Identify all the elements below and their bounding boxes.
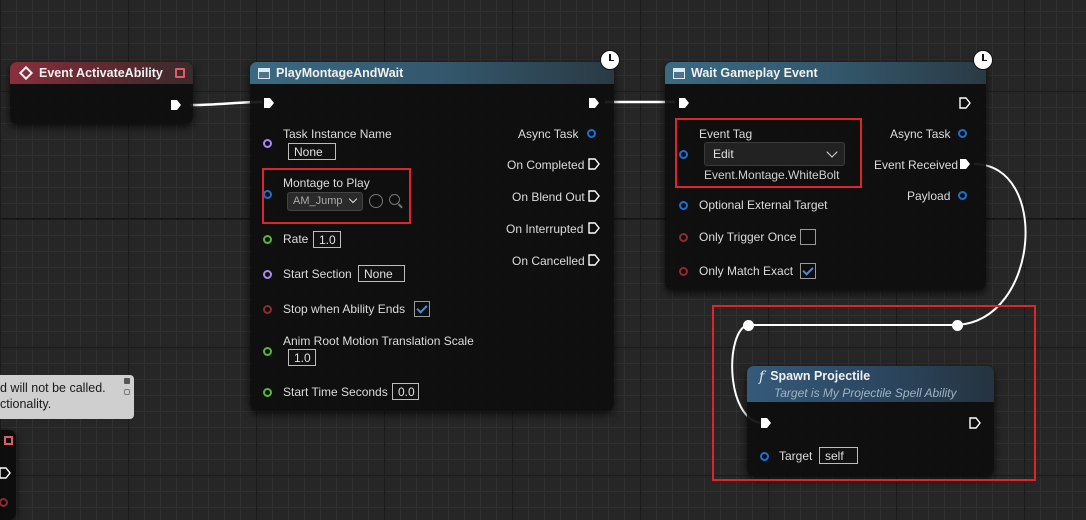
wait-exec-in-pin[interactable] <box>678 97 690 109</box>
wait-gameplay-event-header[interactable]: Wait Gameplay Event <box>665 62 986 84</box>
only-trigger-once-label: Only Trigger Once <box>699 230 797 244</box>
wait-exec-out-pin[interactable] <box>959 97 971 109</box>
delegate-pin-icon[interactable] <box>4 436 13 445</box>
anim-root-motion-pin[interactable] <box>263 347 272 356</box>
partial-exec-pin[interactable] <box>0 467 11 479</box>
async-task-icon <box>258 67 270 79</box>
payload-pin[interactable] <box>958 191 967 200</box>
event-received-label: Event Received <box>874 158 959 172</box>
stop-when-ability-ends-label: Stop when Ability Ends <box>283 302 406 316</box>
montage-exec-in-pin[interactable] <box>263 97 275 109</box>
on-cancelled-label: On Cancelled <box>512 254 585 268</box>
highlight-event-tag <box>675 118 862 188</box>
on-completed-label: On Completed <box>507 158 585 172</box>
stop-when-ability-ends-checkbox[interactable] <box>414 301 430 317</box>
wait-async-task-pin[interactable] <box>958 129 967 138</box>
anim-root-motion-label: Anim Root Motion Translation Scale <box>283 334 474 348</box>
start-section-label: Start Section <box>283 267 352 281</box>
latent-clock-icon <box>600 50 620 70</box>
montage-async-task-label: Async Task <box>518 127 579 141</box>
rate-pin[interactable] <box>263 235 272 244</box>
rate-field[interactable]: 1.0 <box>313 231 341 248</box>
on-cancelled-pin[interactable] <box>588 254 600 266</box>
comment-bubble[interactable]: d will not be called. ctionality. <box>0 375 134 419</box>
on-interrupted-pin[interactable] <box>588 222 600 234</box>
partial-bool-pin[interactable] <box>0 498 8 507</box>
rate-label: Rate <box>283 232 309 246</box>
optional-external-target-pin[interactable] <box>679 201 688 210</box>
only-trigger-once-pin[interactable] <box>679 233 688 242</box>
on-interrupted-label: On Interrupted <box>506 222 584 236</box>
task-instance-name-field[interactable]: None <box>288 143 336 160</box>
start-time-seconds-label: Start Time Seconds <box>283 385 388 399</box>
play-montage-header[interactable]: PlayMontageAndWait <box>250 62 614 84</box>
montage-async-task-pin[interactable] <box>587 129 596 138</box>
start-section-pin[interactable] <box>263 270 272 279</box>
activate-exec-out-pin[interactable] <box>170 99 182 111</box>
wait-gameplay-event-title: Wait Gameplay Event <box>691 66 818 80</box>
latent-clock-icon <box>973 50 993 70</box>
only-match-exact-checkbox[interactable] <box>800 263 816 279</box>
on-blend-out-label: On Blend Out <box>512 190 585 204</box>
highlight-montage-to-play <box>262 168 411 224</box>
on-completed-pin[interactable] <box>588 158 600 170</box>
comment-toggle-icon[interactable] <box>124 389 130 395</box>
task-instance-name-pin[interactable] <box>263 139 272 148</box>
wait-async-task-label: Async Task <box>890 127 951 141</box>
event-activate-ability-header[interactable]: Event ActivateAbility <box>10 62 193 84</box>
play-montage-title: PlayMontageAndWait <box>276 66 404 80</box>
on-blend-out-pin[interactable] <box>588 190 600 202</box>
event-received-pin[interactable] <box>959 158 971 170</box>
event-diamond-icon <box>18 65 34 81</box>
payload-label: Payload <box>907 189 951 203</box>
task-instance-name-label: Task Instance Name <box>283 127 392 141</box>
stop-when-ability-ends-pin[interactable] <box>263 305 272 314</box>
only-trigger-once-checkbox[interactable] <box>800 229 816 245</box>
comment-line-2: ctionality. <box>0 397 52 411</box>
montage-exec-out-pin[interactable] <box>588 97 600 109</box>
only-match-exact-label: Only Match Exact <box>699 264 794 278</box>
highlight-spawn-projectile <box>712 305 1036 481</box>
start-time-seconds-pin[interactable] <box>263 388 272 397</box>
start-time-seconds-field[interactable]: 0.0 <box>392 383 419 400</box>
start-section-field[interactable]: None <box>358 265 405 282</box>
comment-line-1: d will not be called. <box>0 381 106 395</box>
event-activate-ability-title: Event ActivateAbility <box>39 66 163 80</box>
delegate-pin-icon[interactable] <box>175 68 185 78</box>
partial-offscreen-node[interactable] <box>0 430 16 520</box>
pin-comment-icon[interactable] <box>124 378 130 384</box>
anim-root-motion-field[interactable]: 1.0 <box>288 349 316 366</box>
async-task-icon <box>673 67 685 79</box>
event-activate-ability-node[interactable]: Event ActivateAbility <box>10 62 193 124</box>
optional-external-target-label: Optional External Target <box>699 198 828 212</box>
only-match-exact-pin[interactable] <box>679 267 688 276</box>
